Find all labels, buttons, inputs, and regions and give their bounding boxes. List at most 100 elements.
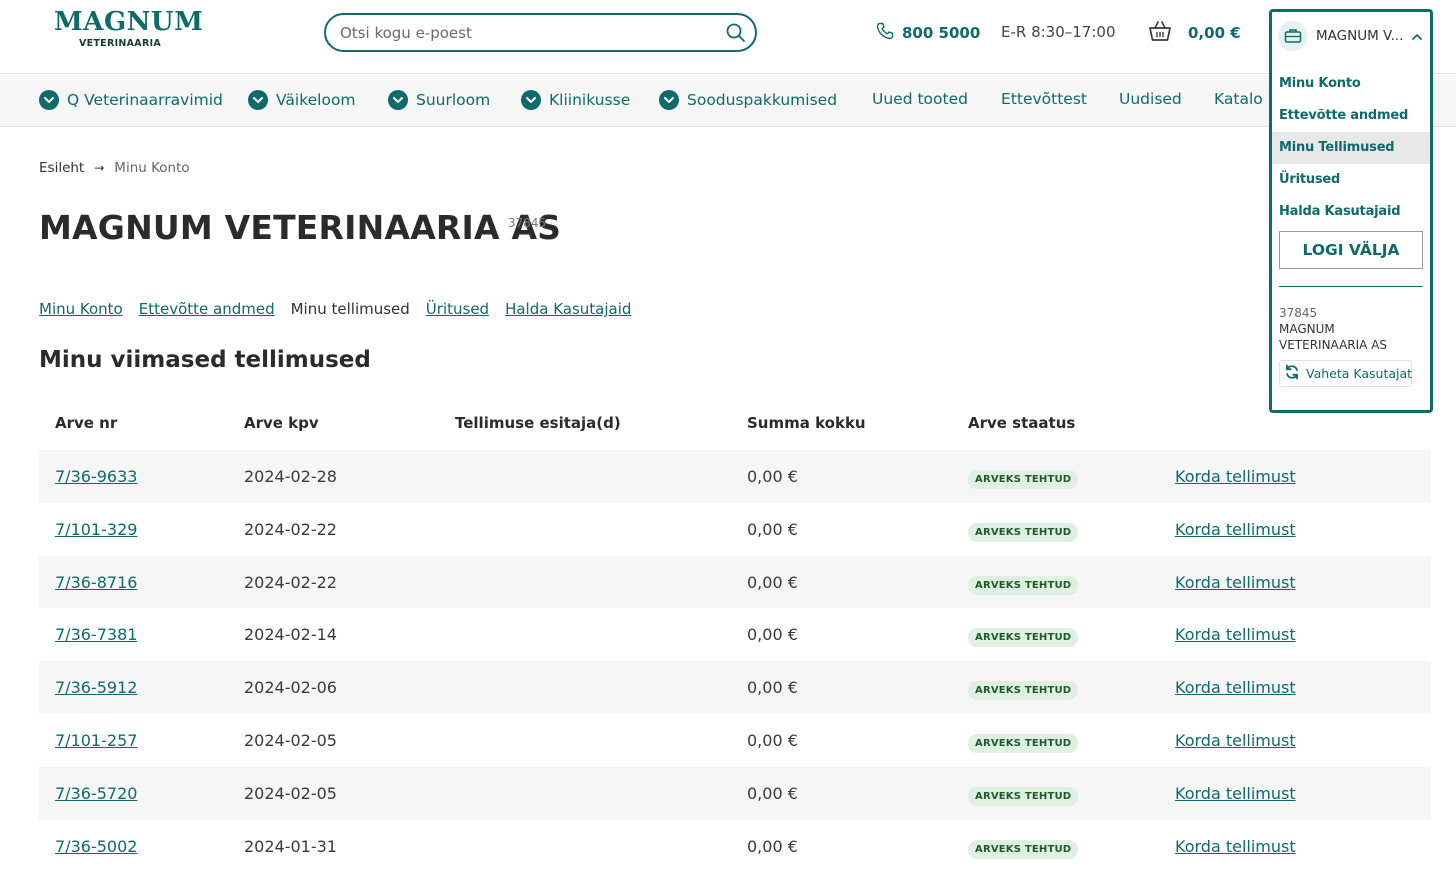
invoice-number-link[interactable]: 7/36-8716 (55, 573, 137, 592)
nav-item-kataloog[interactable]: Katalo (1214, 90, 1263, 108)
nav-item-label: Väikeloom (276, 91, 356, 109)
status-badge: ARVEKS TEHTUD (968, 628, 1079, 648)
breadcrumb-home-link[interactable]: Esileht (39, 160, 84, 176)
subnav-ettevotte-andmed[interactable]: Ettevõtte andmed (139, 300, 275, 318)
repeat-order-link[interactable]: Korda tellimust (1175, 784, 1296, 803)
nav-item-uudised[interactable]: Uudised (1119, 90, 1182, 108)
nav-item-label: Q Veterinaarravimid (67, 91, 223, 109)
invoice-number-link[interactable]: 7/36-5002 (55, 837, 137, 856)
nav-item-label: Kliinikusse (549, 91, 631, 109)
refresh-icon (1284, 364, 1300, 383)
menu-item-halda-kasutajaid[interactable]: Halda Kasutajaid (1272, 196, 1430, 228)
nav-item-uued-tooted[interactable]: Uued tooted (872, 90, 968, 108)
basket-icon (1148, 20, 1172, 46)
invoice-date: 2024-02-22 (244, 519, 337, 539)
search-icon[interactable] (725, 22, 747, 44)
logo[interactable]: MAGNUM VETERINAARIA (54, 7, 204, 52)
header-arve-staatus: Arve staatus (968, 414, 1076, 432)
table-row: 7/101-257 2024-02-05 0,00 € ARVEKS TEHTU… (39, 714, 1431, 767)
order-total: 0,00 € (747, 572, 798, 592)
menu-item-uritused[interactable]: Üritused (1272, 164, 1430, 196)
page-title: MAGNUM VETERINAARIA AS (39, 208, 562, 247)
account-dropdown-toggle[interactable]: MAGNUM V... (1278, 20, 1426, 52)
header-tellimuse-esitaja: Tellimuse esitaja(d) (455, 414, 621, 432)
table-row: 7/36-9633 2024-02-28 0,00 € ARVEKS TEHTU… (39, 450, 1431, 503)
arrow-right-icon: → (94, 161, 105, 175)
order-total: 0,00 € (747, 467, 798, 486)
status-badge: ARVEKS TEHTUD (968, 522, 1079, 542)
customer-info: 37845 MAGNUM VETERINAARIA AS (1279, 305, 1424, 353)
menu-item-ettevotte-andmed[interactable]: Ettevõtte andmed (1272, 100, 1430, 132)
table-row: 7/101-329 2024-02-22 0,00 € ARVEKS TEHTU… (39, 503, 1431, 556)
invoice-date: 2024-01-31 (244, 836, 337, 856)
invoice-number-link[interactable]: 7/36-5912 (55, 678, 137, 697)
table-row: 7/36-7381 2024-02-14 0,00 € ARVEKS TEHTU… (39, 608, 1431, 661)
nav-item-kliinikusse[interactable]: Kliinikusse (521, 90, 630, 110)
nav-item-sooduspakkumised[interactable]: Sooduspakkumised (659, 90, 837, 110)
divider (1279, 286, 1423, 287)
phone-contact[interactable]: 800 5000 (876, 22, 980, 44)
phone-number: 800 5000 (902, 24, 981, 42)
subnav-minu-konto[interactable]: Minu Konto (39, 300, 123, 318)
breadcrumb: Esileht → Minu Konto (39, 160, 190, 176)
invoice-date: 2024-02-22 (244, 572, 337, 592)
menu-item-minu-konto[interactable]: Minu Konto (1272, 68, 1430, 100)
breadcrumb-current: Minu Konto (114, 160, 190, 176)
chevron-up-icon (1411, 27, 1423, 46)
order-total: 0,00 € (747, 625, 798, 645)
repeat-order-link[interactable]: Korda tellimust (1175, 520, 1296, 539)
chevron-down-icon (521, 90, 541, 110)
cart-total: 0,00 € (1188, 24, 1241, 42)
table-row: 7/36-8716 2024-02-22 0,00 € ARVEKS TEHTU… (39, 555, 1431, 609)
table-row: 7/36-5002 2024-01-31 0,00 € ARVEKS TEHTU… (39, 820, 1431, 869)
briefcase-icon (1278, 21, 1308, 51)
chevron-down-icon (659, 90, 679, 110)
nav-item-veterinaarravimid[interactable]: Q Veterinaarravimid (39, 90, 223, 110)
nav-item-ettevottest[interactable]: Ettevõttest (1001, 90, 1087, 108)
account-menu: Minu Konto Ettevõtte andmed Minu Tellimu… (1272, 68, 1430, 228)
invoice-number-link[interactable]: 7/36-7381 (55, 625, 137, 644)
repeat-order-link[interactable]: Korda tellimust (1175, 731, 1296, 750)
invoice-number-link[interactable]: 7/36-9633 (55, 467, 137, 486)
switch-user-label: Vaheta Kasutajat (1306, 366, 1413, 381)
search-box (324, 13, 757, 52)
menu-item-minu-tellimused[interactable]: Minu Tellimused (1272, 132, 1430, 164)
customer-number: 37845 (508, 216, 547, 230)
nav-item-label: Katalo (1214, 90, 1263, 108)
cart-button[interactable]: 0,00 € (1148, 20, 1241, 46)
section-title: Minu viimased tellimused (39, 347, 371, 373)
table-row: 7/36-5912 2024-02-06 0,00 € ARVEKS TEHTU… (39, 661, 1431, 714)
order-total: 0,00 € (747, 783, 798, 803)
nav-item-label: Sooduspakkumised (687, 91, 838, 109)
repeat-order-link[interactable]: Korda tellimust (1175, 625, 1296, 644)
switch-user-button[interactable]: Vaheta Kasutajat (1279, 360, 1412, 387)
orders-table: Arve nr Arve kpv Tellimuse esitaja(d) Su… (39, 398, 1431, 869)
subnav-uritused[interactable]: Üritused (426, 300, 489, 318)
repeat-order-link[interactable]: Korda tellimust (1175, 678, 1296, 697)
subnav-halda-kasutajaid[interactable]: Halda Kasutajaid (505, 300, 631, 318)
invoice-number-link[interactable]: 7/101-329 (55, 520, 137, 539)
status-badge: ARVEKS TEHTUD (968, 575, 1079, 595)
table-row: 7/36-5720 2024-02-05 0,00 € ARVEKS TEHTU… (39, 766, 1431, 820)
nav-item-label: Ettevõttest (1001, 90, 1087, 108)
repeat-order-link[interactable]: Korda tellimust (1175, 467, 1296, 486)
repeat-order-link[interactable]: Korda tellimust (1175, 573, 1296, 592)
invoice-number-link[interactable]: 7/36-5720 (55, 784, 137, 803)
customer-number: 37845 (1279, 306, 1318, 320)
header-arve-kpv: Arve kpv (244, 414, 319, 432)
nav-item-suurloom[interactable]: Suurloom (388, 90, 490, 110)
order-total: 0,00 € (747, 730, 798, 750)
nav-item-vaikeloom[interactable]: Väikeloom (248, 90, 356, 110)
logout-button[interactable]: LOGI VÄLJA (1279, 231, 1423, 269)
order-total: 0,00 € (747, 519, 798, 539)
status-badge: ARVEKS TEHTUD (968, 839, 1079, 859)
repeat-order-link[interactable]: Korda tellimust (1175, 837, 1296, 856)
invoice-date: 2024-02-05 (244, 730, 337, 750)
order-total: 0,00 € (747, 836, 798, 856)
chevron-down-icon (248, 90, 268, 110)
search-input[interactable] (340, 23, 720, 43)
order-total: 0,00 € (747, 678, 798, 698)
logo-main-text: MAGNUM (54, 7, 204, 37)
status-badge: ARVEKS TEHTUD (968, 786, 1079, 806)
invoice-number-link[interactable]: 7/101-257 (55, 731, 137, 750)
